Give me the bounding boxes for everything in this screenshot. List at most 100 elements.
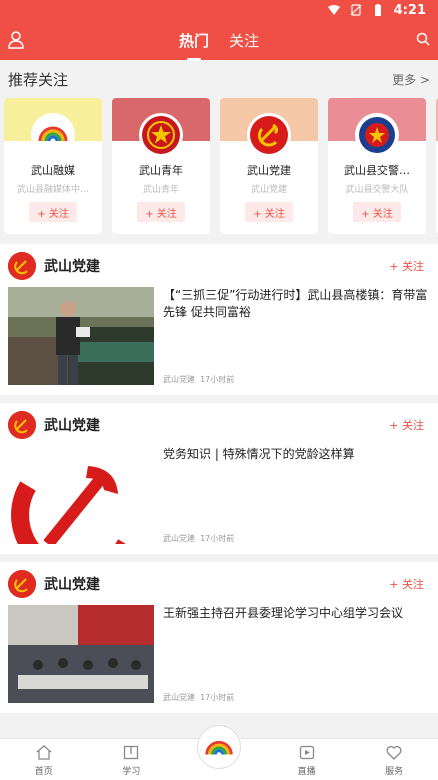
post-time: 17小时前	[200, 375, 235, 384]
rainbow-logo-icon	[205, 740, 233, 755]
post-thumbnail[interactable]	[8, 605, 154, 703]
hammer-sickle-image	[8, 446, 154, 544]
recommend-section: 推荐关注 更多 > 武山融媒 武山县融媒体中… + 关注 武山青年 武山青年 +…	[0, 60, 438, 244]
post-header: 武山党建 + 关注	[8, 244, 430, 287]
avatar	[33, 115, 73, 155]
recommend-card[interactable]: 武山党建 武山党建 + 关注	[220, 98, 318, 234]
live-icon	[299, 745, 314, 760]
post-author[interactable]: 武山党建	[44, 574, 100, 594]
post-meta: 武山党建 17小时前	[163, 533, 234, 544]
bottom-nav: 首页 学习 直播 服务	[0, 725, 438, 780]
follow-button[interactable]: + 关注	[353, 202, 401, 222]
recommend-header: 推荐关注 更多 >	[0, 60, 438, 98]
more-link[interactable]: 更多 >	[392, 71, 430, 88]
recommend-card[interactable]: 武山融媒 武山县融媒体中… + 关注	[4, 98, 102, 234]
party-emblem-icon	[8, 251, 36, 280]
nav-service[interactable]: 服务	[350, 739, 438, 780]
avatar	[8, 410, 36, 439]
post-header: 武山党建 + 关注	[8, 403, 430, 446]
post-source: 武山党建	[163, 693, 195, 702]
feed-post[interactable]: 武山党建 + 关注 【“三抓三促”行动进行时】武山县高楼镇：育带富先锋 促共同富…	[0, 244, 438, 395]
follow-button[interactable]: + 关注	[29, 202, 77, 222]
follow-button[interactable]: + 关注	[389, 258, 424, 274]
avatar	[8, 569, 36, 598]
card-subtitle: 武山党建	[250, 185, 287, 195]
top-tabs: 热门 关注	[177, 30, 261, 51]
recommend-card[interactable]: 武山青年 武山青年 + 关注	[112, 98, 210, 234]
card-name: 武山融媒	[31, 164, 75, 177]
rainbow-logo-icon	[38, 126, 68, 142]
greenhouse-photo	[8, 287, 154, 385]
post-header: 武山党建 + 关注	[8, 562, 430, 605]
post-author[interactable]: 武山党建	[44, 415, 100, 435]
post-source: 武山党建	[163, 375, 195, 384]
avatar	[141, 115, 181, 155]
feed-list: 武山党建 + 关注 【“三抓三促”行动进行时】武山县高楼镇：育带富先锋 促共同富…	[0, 244, 438, 713]
party-emblem-icon	[8, 569, 36, 598]
avatar	[249, 115, 289, 155]
card-subtitle: 武山县融媒体中…	[16, 185, 89, 195]
post-title[interactable]: 党务知识 | 特殊情况下的党龄这样算	[163, 446, 430, 463]
card-name: 武山青年	[139, 164, 183, 177]
youth-league-emblem-icon	[142, 116, 180, 154]
recommend-card[interactable]: 武山县交警… 武山县交警大队 + 关注	[328, 98, 426, 234]
police-badge-icon	[359, 117, 395, 153]
avatar	[357, 115, 397, 155]
meeting-photo	[8, 605, 154, 703]
post-time: 17小时前	[200, 693, 235, 702]
status-time: 4:21	[393, 2, 426, 18]
post-title[interactable]: 【“三抓三促”行动进行时】武山县高楼镇：育带富先锋 促共同富裕	[163, 287, 430, 321]
wifi-icon	[327, 5, 340, 15]
nav-center[interactable]	[175, 725, 263, 780]
top-bar: 4:21 热门 关注	[0, 0, 438, 60]
post-body: 王新强主持召开县委理论学习中心组学习会议 武山党建 17小时前	[8, 605, 430, 703]
nav-study[interactable]: 学习	[88, 739, 176, 780]
tab-hot[interactable]: 热门	[177, 30, 211, 51]
nav-label: 直播	[297, 767, 316, 777]
center-logo-button[interactable]	[196, 725, 241, 769]
user-icon[interactable]	[8, 31, 24, 49]
nav-home[interactable]: 首页	[0, 739, 88, 780]
card-subtitle: 武山县交警大队	[345, 185, 409, 195]
follow-button[interactable]: + 关注	[389, 576, 424, 592]
nav-label: 服务	[385, 767, 404, 777]
post-thumbnail[interactable]	[8, 287, 154, 385]
post-meta: 武山党建 17小时前	[163, 692, 234, 703]
post-title[interactable]: 王新强主持召开县委理论学习中心组学习会议	[163, 605, 430, 622]
post-source: 武山党建	[163, 534, 195, 543]
search-icon[interactable]	[416, 32, 430, 46]
nav-label: 首页	[34, 767, 53, 777]
home-icon	[36, 745, 52, 760]
status-bar: 4:21	[0, 0, 438, 20]
party-emblem-icon	[250, 116, 288, 154]
card-subtitle: 武山青年	[142, 185, 179, 195]
no-sim-icon	[350, 4, 362, 16]
recommend-title: 推荐关注	[8, 70, 69, 89]
tab-follow[interactable]: 关注	[227, 30, 261, 51]
nav-label: 学习	[122, 767, 141, 777]
avatar	[8, 251, 36, 280]
follow-button[interactable]: + 关注	[245, 202, 293, 222]
post-thumbnail[interactable]	[8, 446, 154, 544]
post-body: 党务知识 | 特殊情况下的党龄这样算 武山党建 17小时前	[8, 446, 430, 544]
recommend-cards: 武山融媒 武山县融媒体中… + 关注 武山青年 武山青年 + 关注 武山党建 武…	[0, 98, 438, 234]
post-text: 党务知识 | 特殊情况下的党龄这样算 武山党建 17小时前	[163, 446, 430, 544]
post-time: 17小时前	[200, 534, 235, 543]
battery-icon	[374, 4, 381, 16]
post-text: 王新强主持召开县委理论学习中心组学习会议 武山党建 17小时前	[163, 605, 430, 703]
post-text: 【“三抓三促”行动进行时】武山县高楼镇：育带富先锋 促共同富裕 武山党建 17小…	[163, 287, 430, 385]
follow-button[interactable]: + 关注	[137, 202, 185, 222]
book-icon	[124, 745, 139, 760]
header: 热门 关注	[0, 20, 438, 60]
feed-post[interactable]: 武山党建 + 关注 王新强主持召开县委理论学习中心组学习会议 武山党建 17小时…	[0, 562, 438, 713]
follow-button[interactable]: + 关注	[389, 417, 424, 433]
post-meta: 武山党建 17小时前	[163, 374, 234, 385]
card-name: 武山县交警…	[344, 164, 410, 177]
party-emblem-icon	[8, 410, 36, 439]
post-author[interactable]: 武山党建	[44, 256, 100, 276]
nav-live[interactable]: 直播	[263, 739, 351, 780]
heart-icon	[386, 745, 402, 760]
card-name: 武山党建	[247, 164, 291, 177]
feed-post[interactable]: 武山党建 + 关注 党务知识 | 特殊情况下的党龄这样算 武山党建 17小时前	[0, 403, 438, 554]
post-body: 【“三抓三促”行动进行时】武山县高楼镇：育带富先锋 促共同富裕 武山党建 17小…	[8, 287, 430, 385]
